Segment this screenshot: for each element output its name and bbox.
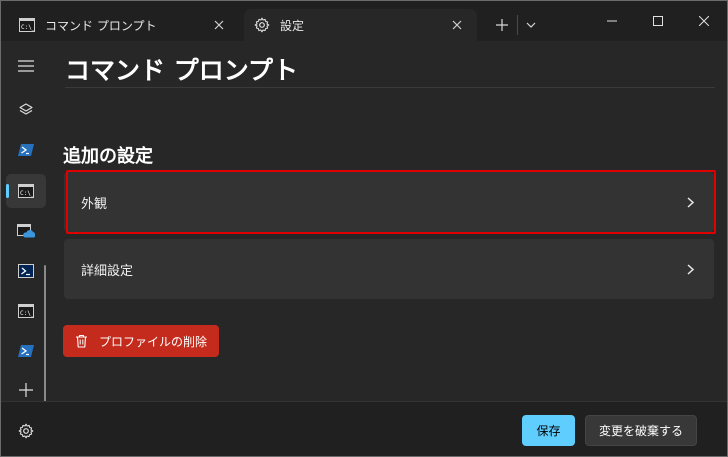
tab-label: 設定 xyxy=(280,18,305,33)
page-title: コマンド プロンプト xyxy=(65,56,298,85)
row-label: 詳細設定 xyxy=(81,263,134,279)
maximize-button[interactable] xyxy=(635,1,681,41)
tab-dropdown-button[interactable] xyxy=(521,13,541,37)
settings-content: コマンド プロンプト 追加の設定 外観 詳細設定 プロファイルの削除 xyxy=(51,41,727,401)
plus-icon xyxy=(496,19,508,31)
tab-label: コマンド プロンプト xyxy=(45,18,157,33)
chevron-right-icon xyxy=(682,194,698,210)
chevron-down-icon xyxy=(526,22,536,28)
svg-text:C:\_: C:\_ xyxy=(21,24,35,31)
sidebar-item-powershell-2[interactable] xyxy=(6,254,46,288)
title-bar: C:\_ コマンド プロンプト 設定 xyxy=(1,1,727,41)
discard-changes-button[interactable]: 変更を破棄する xyxy=(585,415,697,446)
close-window-button[interactable] xyxy=(681,1,727,41)
sidebar-item-cmd[interactable]: C:\_ xyxy=(6,174,46,208)
svg-text:C:\_: C:\_ xyxy=(20,190,34,197)
plus-icon xyxy=(19,383,33,397)
close-icon[interactable] xyxy=(447,15,467,35)
powershell-icon xyxy=(18,345,34,357)
sidebar-item-powershell[interactable] xyxy=(6,133,46,167)
sidebar: C:\_ C:\_ xyxy=(1,41,51,456)
sidebar-item-cmd-2[interactable]: C:\_ xyxy=(6,294,46,328)
appearance-row[interactable]: 外観 xyxy=(64,172,714,232)
advanced-settings-row[interactable]: 詳細設定 xyxy=(64,239,714,299)
trash-icon xyxy=(75,333,91,349)
cmd-icon: C:\_ xyxy=(18,184,34,198)
svg-text:C:\_: C:\_ xyxy=(20,310,34,317)
window: C:\_ コマンド プロンプト 設定 C:\_ C:\_ コマンド プロンプト … xyxy=(0,0,728,457)
section-title: 追加の設定 xyxy=(63,146,153,167)
chevron-right-icon xyxy=(682,261,698,277)
sidebar-scrollbar[interactable] xyxy=(44,265,46,417)
row-label: 外観 xyxy=(81,196,108,212)
delete-profile-label: プロファイルの削除 xyxy=(99,334,208,349)
hamburger-menu-button[interactable] xyxy=(6,49,46,83)
sidebar-item-azure-cloud-shell[interactable] xyxy=(6,214,46,248)
gear-icon xyxy=(254,17,270,33)
sidebar-item-layers[interactable] xyxy=(6,93,46,127)
cmd-icon: C:\_ xyxy=(19,17,35,33)
hamburger-menu-icon xyxy=(18,60,34,72)
cmd-icon: C:\_ xyxy=(18,304,34,318)
footer: 保存 変更を破棄する xyxy=(1,401,727,456)
azure-cloud-shell-icon xyxy=(17,224,35,238)
sidebar-item-powershell-3[interactable] xyxy=(6,334,46,368)
layers-icon xyxy=(19,103,33,115)
tab-separator xyxy=(517,15,518,35)
minimize-icon xyxy=(607,20,617,22)
maximize-icon xyxy=(653,16,663,26)
divider xyxy=(65,87,715,88)
minimize-button[interactable] xyxy=(589,1,635,41)
new-tab-button[interactable] xyxy=(491,13,513,37)
powershell-icon xyxy=(18,264,34,278)
tab-command-prompt[interactable]: C:\_ コマンド プロンプト xyxy=(9,9,239,41)
save-button[interactable]: 保存 xyxy=(522,415,575,446)
delete-profile-button[interactable]: プロファイルの削除 xyxy=(63,325,220,357)
close-icon[interactable] xyxy=(209,15,229,35)
selection-indicator xyxy=(6,184,9,198)
tab-settings[interactable]: 設定 xyxy=(244,9,477,41)
open-settings-button[interactable] xyxy=(6,416,46,446)
powershell-icon xyxy=(18,144,34,156)
close-icon xyxy=(699,16,709,26)
gear-icon xyxy=(18,423,34,439)
